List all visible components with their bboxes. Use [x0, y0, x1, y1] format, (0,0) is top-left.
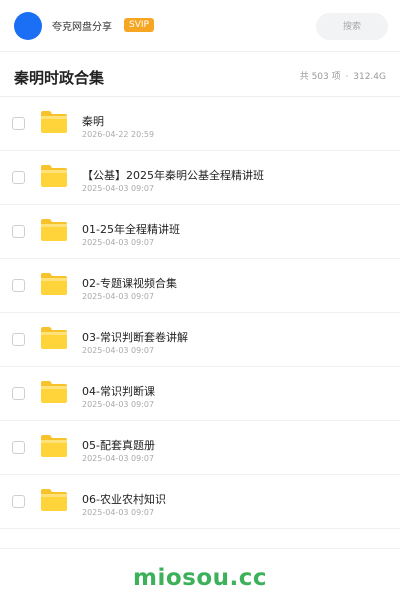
- file-name[interactable]: 秦明: [82, 113, 104, 129]
- list-item[interactable]: 04-常识判断课 2025-04-03 09:07: [0, 367, 400, 421]
- folder-icon: [41, 165, 67, 187]
- file-date: 2025-04-03 09:07: [82, 346, 155, 355]
- file-name[interactable]: 04-常识判断课: [82, 383, 155, 399]
- file-date: 2025-04-03 09:07: [82, 454, 155, 463]
- avatar[interactable]: [14, 12, 42, 40]
- list-item[interactable]: 秦明 2026-04-22 20:59: [0, 97, 400, 151]
- file-name[interactable]: 01-25年全程精讲班: [82, 221, 180, 237]
- search-input[interactable]: [316, 13, 388, 40]
- top-bar: 夸克网盘分享 SVIP: [0, 0, 400, 52]
- file-date: 2025-04-03 09:07: [82, 184, 155, 193]
- select-checkbox[interactable]: [12, 117, 25, 130]
- folder-icon: [41, 111, 67, 133]
- share-summary: 共 503 项 · 312.4G: [300, 69, 386, 82]
- page-title: 秦明时政合集: [14, 69, 105, 87]
- watermark: miosou.cc: [132, 565, 268, 591]
- file-date: 2025-04-03 09:07: [82, 400, 155, 409]
- brand-name: 夸克网盘分享: [52, 22, 112, 33]
- bottom-area: miosou.cc: [0, 548, 400, 600]
- file-date: 2025-04-03 09:07: [82, 508, 155, 517]
- file-name[interactable]: 03-常识判断套卷讲解: [82, 329, 188, 345]
- folder-icon: [41, 327, 67, 349]
- folder-icon: [41, 381, 67, 403]
- file-date: 2025-04-03 09:07: [82, 238, 155, 247]
- search-box[interactable]: [316, 13, 388, 40]
- item-count: 共 503 项: [299, 72, 341, 82]
- select-checkbox[interactable]: [12, 171, 25, 184]
- select-checkbox[interactable]: [12, 387, 25, 400]
- folder-icon: [41, 273, 67, 295]
- select-checkbox[interactable]: [12, 495, 25, 508]
- select-checkbox[interactable]: [12, 333, 25, 346]
- list-item[interactable]: 02-专题课视频合集 2025-04-03 09:07: [0, 259, 400, 313]
- select-checkbox[interactable]: [12, 279, 25, 292]
- file-name[interactable]: 06-农业农村知识: [82, 491, 166, 507]
- total-size: 312.4G: [353, 72, 386, 82]
- share-title-row: 秦明时政合集 共 503 项 · 312.4G: [0, 52, 400, 97]
- list-item[interactable]: 06-农业农村知识 2025-04-03 09:07: [0, 475, 400, 529]
- file-name[interactable]: 05-配套真题册: [82, 437, 155, 453]
- folder-icon: [41, 489, 67, 511]
- list-item[interactable]: 03-常识判断套卷讲解 2025-04-03 09:07: [0, 313, 400, 367]
- select-checkbox[interactable]: [12, 225, 25, 238]
- select-checkbox[interactable]: [12, 441, 25, 454]
- list-item[interactable]: 05-配套真题册 2025-04-03 09:07: [0, 421, 400, 475]
- file-name[interactable]: 【公基】2025年秦明公基全程精讲班: [82, 167, 264, 183]
- folder-icon: [41, 219, 67, 241]
- svip-badge: SVIP: [124, 18, 154, 32]
- file-list: 秦明 2026-04-22 20:59 【公基】2025年秦明公基全程精讲班 2025…: [0, 97, 400, 529]
- list-item[interactable]: 01-25年全程精讲班 2025-04-03 09:07: [0, 205, 400, 259]
- file-date: 2026-04-22 20:59: [82, 130, 155, 139]
- list-item[interactable]: 【公基】2025年秦明公基全程精讲班 2025-04-03 09:07: [0, 151, 400, 205]
- file-name[interactable]: 02-专题课视频合集: [82, 275, 177, 291]
- file-date: 2025-04-03 09:07: [82, 292, 155, 301]
- folder-icon: [41, 435, 67, 457]
- summary-separator: ·: [345, 72, 349, 82]
